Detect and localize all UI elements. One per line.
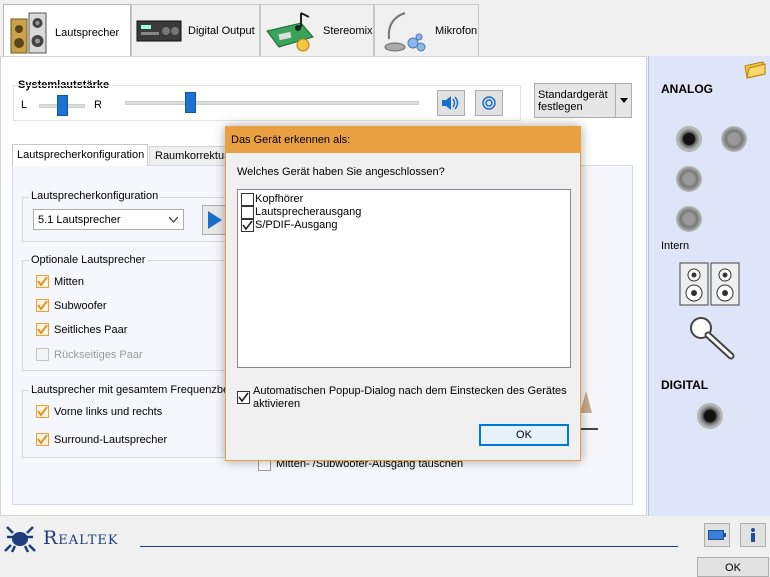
speaker-config-group-label: Lautsprecherkonfiguration [29,190,161,202]
checkbox-surround[interactable] [36,433,49,446]
option-spdif-label: S/PDIF-Ausgang [255,219,338,231]
internal-microphone-icon[interactable] [689,316,739,362]
tab-mikrofon[interactable]: Mikrofon [374,4,479,56]
analog-label: ANALOG [661,82,713,96]
checkmark-icon [37,276,48,287]
volume-slider[interactable] [184,92,196,113]
option-kopfhoerer-label: Kopfhörer [255,193,304,205]
info-button[interactable] [740,523,766,547]
tab-label: Digital Output [188,24,255,37]
realtek-brand-text: Realtek [43,527,119,549]
digital-jack[interactable] [697,403,723,429]
play-icon [208,211,222,229]
tab-label: Lautsprecher [55,26,120,39]
checkmark-icon [37,300,48,311]
checkbox-vorne-links-rechts[interactable] [36,405,49,418]
optional-speakers-group-label: Optionale Lautsprecher [29,254,148,266]
auto-popup-checkbox[interactable] [237,391,250,404]
checkbox-subwoofer[interactable] [36,299,49,312]
speaker-graphic-line [580,428,598,430]
mute-button[interactable] [437,90,465,116]
checkmark-icon [238,392,249,403]
checkbox-seitliches-paar-label: Seitliches Paar [54,324,128,336]
tab-digital-output[interactable]: Digital Output [131,4,260,56]
auto-popup-label: Automatischen Popup-Dialog nach dem Eins… [253,385,567,410]
checkmark-icon [242,220,253,231]
digital-output-icon [136,20,182,41]
fullrange-group-label: Lautsprecher mit gesamtem Frequenzber [29,384,235,396]
tab-label: Stereomix [323,24,373,37]
tab-lautsprecher[interactable]: Lautsprecher [3,4,131,60]
realtek-logo: Realtek [3,523,119,553]
option-lautsprecherausgang-label: Lautsprecherausgang [255,206,362,218]
main-ok-button[interactable]: OK [697,557,769,577]
subtab-label: Raumkorrektur [155,150,228,162]
analog-jack-1[interactable] [676,126,702,152]
dialog-question: Welches Gerät haben Sie angeschlossen? [237,166,445,178]
folder-icon[interactable] [743,60,767,80]
option-kopfhoerer-checkbox[interactable] [241,193,254,206]
connector-panel: ANALOG Intern DIGITAL [648,56,770,516]
balance-right-label: R [94,99,102,111]
tab-label: Mikrofon [435,24,478,37]
speaker-graphic-fragment [580,391,592,413]
volume-icon [442,96,459,110]
checkmark-icon [37,324,48,335]
device-detect-dialog: Das Gerät erkennen als: Welches Gerät ha… [225,126,581,461]
speaker-config-selected: 5.1 Lautsprecher [38,214,121,226]
checkmark-icon [37,406,48,417]
footer-divider [140,546,678,547]
info-icon [751,528,755,542]
microphone-icon [384,11,426,51]
analog-jack-2[interactable] [721,126,747,152]
battery-settings-button[interactable] [704,523,730,547]
set-default-device-button[interactable]: Standardgerät festlegen [534,83,632,118]
tab-lautsprecherkonfiguration[interactable]: Lautsprecherkonfiguration [12,144,148,166]
checkbox-subwoofer-label: Subwoofer [54,300,107,312]
main-ok-label: OK [725,562,741,574]
checkbox-vorne-links-rechts-label: Vorne links und rechts [54,406,163,418]
checkmark-icon [37,434,48,445]
option-spdif-checkbox[interactable] [241,219,254,232]
dropdown-arrow-icon[interactable] [615,84,631,117]
tab-raumkorrektur[interactable]: Raumkorrektur [149,146,229,166]
checkbox-mitten-label: Mitten [54,276,84,288]
checkbox-rueckseitiges-paar-label: Rückseitiges Paar [54,349,143,361]
fingerprint-icon [482,96,496,110]
set-default-device-label: Standardgerät festlegen [538,88,608,113]
checkbox-surround-label: Surround-Lautsprecher [54,434,168,446]
intern-label: Intern [661,240,690,252]
checkbox-rueckseitiges-paar[interactable] [36,348,49,361]
analog-jack-4[interactable] [676,206,702,232]
speaker-config-select[interactable]: 5.1 Lautsprecher [33,209,184,230]
internal-speakers-icon[interactable] [679,262,741,306]
audio-settings-button[interactable] [475,90,503,116]
battery-icon [708,530,726,540]
checkbox-seitliches-paar[interactable] [36,323,49,336]
dialog-ok-button[interactable]: OK [479,424,569,446]
balance-slider[interactable] [57,95,68,116]
balance-left-label: L [21,99,28,111]
chevron-down-icon [169,217,178,223]
option-lautsprecherausgang-checkbox[interactable] [241,206,254,219]
volume-track [125,101,419,105]
subtab-label: Lautsprecherkonfiguration [17,149,145,161]
checkbox-mitten[interactable] [36,275,49,288]
stereomix-icon [266,11,314,51]
digital-label: DIGITAL [661,378,709,392]
speaker-icon [10,12,47,53]
tab-stereomix[interactable]: Stereomix [260,4,374,56]
dialog-ok-label: OK [516,429,532,441]
realtek-crab-icon [4,526,36,553]
fullrange-group [22,390,232,458]
analog-jack-3[interactable] [676,166,702,192]
dialog-title: Das Gerät erkennen als: [226,127,580,153]
